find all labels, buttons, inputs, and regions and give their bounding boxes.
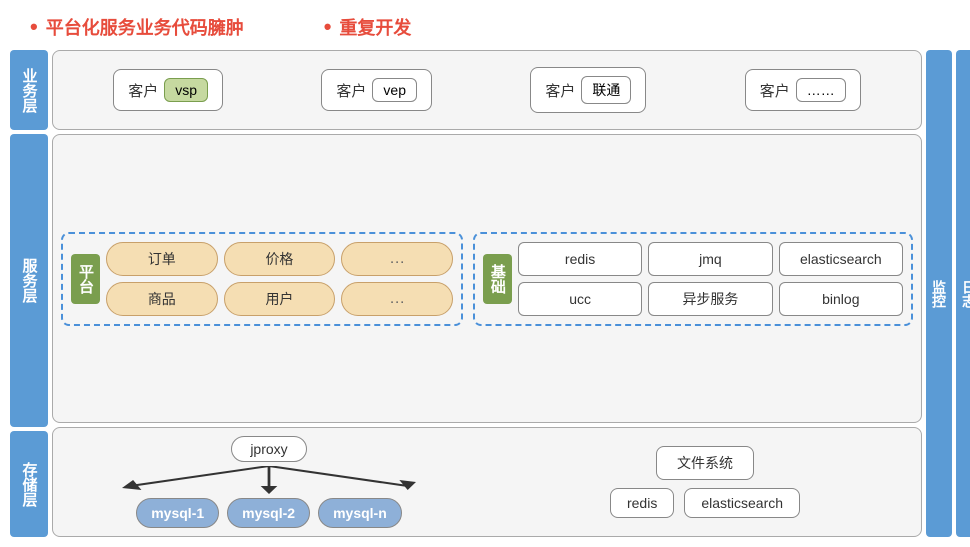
bullet-1: • 平台化服务业务代码臃肿 [30, 14, 244, 40]
business-boxes: 客户 vsp 客户 vep 客户 联通 客户 …… [61, 65, 913, 115]
client-label-4: 客户 [760, 80, 790, 101]
platform-label: 平台 [71, 254, 100, 304]
business-box-vsp: 客户 vsp [113, 69, 223, 111]
jproxy-arrows-svg [61, 466, 477, 494]
foundation-grid: redis jmq elasticsearch ucc 异步服务 binlog [518, 242, 903, 316]
platform-item-price: 价格 [224, 242, 336, 276]
vsp-tag: vsp [164, 78, 208, 102]
fs-es-box: elasticsearch [684, 488, 800, 518]
left-labels: 业务层 服务层 存储层 [10, 50, 48, 537]
platform-section: 平台 订单 价格 … 商品 用户 … [61, 232, 463, 326]
business-box-vep: 客户 vep [321, 69, 432, 111]
top-bullets-section: • 平台化服务业务代码臃肿 • 重复开发 [10, 10, 960, 50]
client-label-1: 客户 [128, 80, 158, 101]
service-content: 平台 订单 价格 … 商品 用户 … 基础 redis jmq [61, 232, 913, 326]
client-label-2: 客户 [336, 80, 366, 101]
architecture-diagram: 业务层 服务层 存储层 客户 vsp 客户 vep 客户 联通 [10, 50, 960, 537]
mysql-row: mysql-1 mysql-2 mysql-n [136, 498, 402, 528]
foundation-item-ucc: ucc [518, 282, 642, 316]
foundation-item-binlog: binlog [779, 282, 903, 316]
business-layer-row: 客户 vsp 客户 vep 客户 联通 客户 …… [52, 50, 922, 130]
service-layer-label: 服务层 [10, 134, 48, 427]
other-tag: …… [796, 78, 846, 102]
vep-tag: vep [372, 78, 417, 102]
fs-top-box: 文件系统 [656, 446, 754, 480]
mysql-1-box: mysql-1 [136, 498, 219, 528]
fs-bottom-row: redis elasticsearch [610, 488, 800, 518]
foundation-item-jmq: jmq [648, 242, 772, 276]
bullet-text-2: 重复开发 [339, 14, 411, 40]
jproxy-section: jproxy mysql-1 mysql-2 [61, 436, 477, 528]
mysql-n-box: mysql-n [318, 498, 402, 528]
platform-item-dots2: … [341, 282, 453, 316]
storage-layer-label: 存储层 [10, 431, 48, 537]
client-label-3: 客户 [545, 80, 575, 101]
business-box-liantong: 客户 联通 [530, 67, 646, 113]
bullet-text-1: 平台化服务业务代码臃肿 [46, 14, 244, 40]
log-label: 日志 [956, 50, 970, 537]
right-labels: 监控 日志 [926, 50, 960, 537]
service-layer-row: 平台 订单 价格 … 商品 用户 … 基础 redis jmq [52, 134, 922, 423]
fs-redis-box: redis [610, 488, 674, 518]
liantong-tag: 联通 [581, 76, 631, 104]
platform-item-order: 订单 [106, 242, 218, 276]
business-layer-label: 业务层 [10, 50, 48, 130]
platform-item-dots1: … [341, 242, 453, 276]
jproxy-box: jproxy [231, 436, 306, 462]
right-side-inner: 监控 日志 [926, 50, 960, 537]
mysql-2-box: mysql-2 [227, 498, 310, 528]
storage-content: jproxy mysql-1 mysql-2 [61, 436, 913, 528]
foundation-item-async: 异步服务 [648, 282, 772, 316]
platform-grid: 订单 价格 … 商品 用户 … [106, 242, 453, 316]
foundation-item-redis: redis [518, 242, 642, 276]
storage-layer-row: jproxy mysql-1 mysql-2 [52, 427, 922, 537]
foundation-item-es: elasticsearch [779, 242, 903, 276]
filesystem-section: 文件系统 redis elasticsearch [497, 446, 913, 518]
platform-item-goods: 商品 [106, 282, 218, 316]
platform-item-user: 用户 [224, 282, 336, 316]
business-box-other: 客户 …… [745, 69, 861, 111]
bullet-dot-2: • [324, 16, 332, 38]
monitor-label: 监控 [926, 50, 952, 537]
foundation-section: 基础 redis jmq elasticsearch ucc 异步服务 binl… [473, 232, 913, 326]
bullet-dot-1: • [30, 16, 38, 38]
foundation-label: 基础 [483, 254, 512, 304]
content-area: 客户 vsp 客户 vep 客户 联通 客户 …… [48, 50, 926, 537]
bullet-2: • 重复开发 [324, 14, 412, 40]
